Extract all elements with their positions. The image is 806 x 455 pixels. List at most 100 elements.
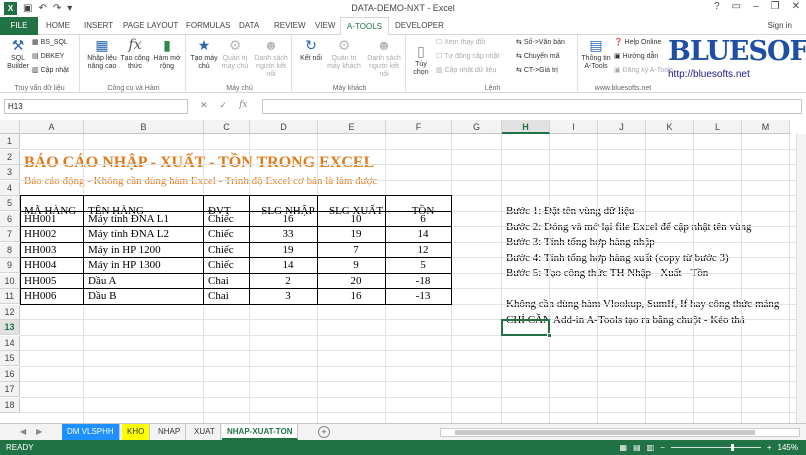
column-header-e[interactable]: E	[318, 120, 386, 134]
data-cell[interactable]: Chiếc	[208, 212, 234, 227]
zoom-knob[interactable]	[730, 444, 734, 451]
zoom-level[interactable]: 145%	[778, 440, 798, 455]
data-cell[interactable]: Dầu A	[88, 274, 116, 289]
next-sheet-icon[interactable]: ▶	[36, 427, 42, 436]
data-cell[interactable]: -13	[390, 289, 456, 304]
data-cell[interactable]: 5	[390, 258, 456, 273]
page-layout-icon[interactable]: ▤	[633, 440, 641, 455]
cap-nhat-du-lieu-button[interactable]: ▥ Cập nhật dữ liệu	[436, 66, 496, 74]
tab-page-layout[interactable]: PAGE LAYOUT	[117, 17, 184, 35]
data-cell[interactable]: 14	[254, 258, 322, 273]
horizontal-scrollbar[interactable]	[440, 428, 800, 437]
data-cell[interactable]: 16	[322, 289, 390, 304]
column-header-f[interactable]: F	[386, 120, 452, 134]
row-header-7[interactable]: 7	[0, 227, 20, 242]
data-cell[interactable]: 10	[322, 212, 390, 227]
column-header-c[interactable]: C	[204, 120, 250, 134]
row-header-3[interactable]: 3	[0, 165, 20, 180]
ribbon-display-icon[interactable]: ▭	[732, 1, 741, 12]
tuy-chon-button[interactable]: ▯ Tùy chọn	[410, 43, 432, 77]
column-header-b[interactable]: B	[84, 120, 204, 134]
sheet-tab-dm-vlsphh[interactable]: DM VLSPHH	[62, 424, 120, 440]
nhap-lieu-button[interactable]: ▦ Nhập liệu nâng cao	[86, 37, 118, 71]
data-cell[interactable]: HH001	[24, 212, 56, 227]
column-header-j[interactable]: J	[598, 120, 646, 134]
restore-icon[interactable]: ❐	[771, 1, 780, 12]
data-cell[interactable]: 16	[254, 212, 322, 227]
row-header-11[interactable]: 11	[0, 289, 20, 304]
danh-sach-kh-button[interactable]: ☻ Danh sách người kết nối	[364, 37, 404, 79]
select-all-corner[interactable]	[0, 120, 20, 134]
data-cell[interactable]: Chai	[208, 289, 229, 304]
huong-dan-button[interactable]: ▣ Hướng dẫn	[614, 52, 658, 60]
column-header-a[interactable]: A	[20, 120, 84, 134]
fill-handle[interactable]	[547, 332, 552, 338]
row-header-13[interactable]: 13	[0, 320, 20, 335]
row-header-15[interactable]: 15	[0, 351, 20, 366]
close-icon[interactable]: ✕	[792, 1, 800, 12]
sheet-tab-nhap-xuat-ton[interactable]: NHAP-XUAT-TON	[222, 424, 299, 440]
data-cell[interactable]: 2	[254, 274, 322, 289]
tab-data[interactable]: DATA	[233, 17, 265, 35]
data-cell[interactable]: 12	[390, 243, 456, 258]
data-cell[interactable]: Máy in HP 1300	[88, 258, 161, 273]
insert-function-icon[interactable]: fx	[239, 100, 247, 111]
row-header-8[interactable]: 8	[0, 242, 20, 258]
tab-home[interactable]: HOME	[40, 17, 76, 35]
row-header-12[interactable]: 12	[0, 304, 20, 320]
add-sheet-icon[interactable]: +	[318, 426, 330, 438]
data-cell[interactable]: Máy tính ĐNA L2	[88, 227, 169, 242]
tab-developer[interactable]: DEVELOPER	[389, 17, 450, 35]
zoom-out-icon[interactable]: −	[660, 440, 665, 455]
data-cell[interactable]: HH004	[24, 258, 56, 273]
data-cell[interactable]: Chai	[208, 274, 229, 289]
ham-mo-rong-button[interactable]: ▮ Hàm mở rộng	[152, 37, 182, 71]
data-cell[interactable]: Máy in HP 1200	[88, 243, 161, 258]
tab-a-tools[interactable]: A-TOOLS	[340, 17, 389, 36]
so-van-ban-button[interactable]: ⇆ Số->Văn bản	[516, 38, 565, 46]
data-cell[interactable]: 9	[322, 258, 390, 273]
zoom-slider[interactable]	[670, 444, 761, 451]
column-header-d[interactable]: D	[250, 120, 318, 134]
sheet-tab-xuat[interactable]: XUAT	[189, 424, 221, 440]
page-break-icon[interactable]: ▥	[647, 440, 655, 455]
row-header-1[interactable]: 1	[0, 134, 20, 149]
help-icon[interactable]: ?	[714, 1, 720, 12]
data-cell[interactable]: Dầu B	[88, 289, 116, 304]
active-cell[interactable]	[501, 319, 550, 336]
row-header-16[interactable]: 16	[0, 366, 20, 382]
cancel-icon[interactable]: ✕	[200, 100, 208, 111]
row-header-17[interactable]: 17	[0, 382, 20, 397]
tab-insert[interactable]: INSERT	[78, 17, 119, 35]
sql-builder-button[interactable]: ⚒ SQL Builder	[4, 37, 32, 71]
data-cell[interactable]: HH003	[24, 243, 56, 258]
sheet-tab-nhap[interactable]: NHAP	[153, 424, 187, 440]
minimize-icon[interactable]: –	[753, 1, 759, 12]
tab-view[interactable]: VIEW	[309, 17, 341, 35]
row-header-6[interactable]: 6	[0, 211, 20, 227]
sign-in-link[interactable]: Sign in	[768, 21, 792, 30]
help-online-button[interactable]: ❓ Help Online	[614, 38, 661, 46]
normal-view-icon[interactable]: ▦	[620, 440, 628, 455]
quan-tri-may-khach-button[interactable]: ⚙ Quản trị máy khách	[326, 37, 362, 71]
column-header-i[interactable]: I	[550, 120, 598, 134]
data-cell[interactable]: HH006	[24, 289, 56, 304]
ct-gia-tri-button[interactable]: ⇆ CT->Giá trị	[516, 66, 558, 74]
data-cell[interactable]: 3	[254, 289, 322, 304]
chuyen-ma-button[interactable]: ⇆ Chuyển mã	[516, 52, 560, 60]
scroll-thumb[interactable]	[455, 430, 755, 435]
zoom-in-icon[interactable]: +	[767, 440, 772, 455]
column-header-l[interactable]: L	[694, 120, 742, 134]
data-cell[interactable]: Chiếc	[208, 258, 234, 273]
bs-sql-button[interactable]: ▦ BS_SQL	[32, 38, 68, 46]
column-header-m[interactable]: M	[742, 120, 790, 134]
data-cell[interactable]: 33	[254, 227, 322, 242]
tab-formulas[interactable]: FORMULAS	[180, 17, 236, 35]
data-cell[interactable]: HH005	[24, 274, 56, 289]
data-cell[interactable]: 14	[390, 227, 456, 242]
data-cell[interactable]: Chiếc	[208, 243, 234, 258]
vertical-scrollbar[interactable]	[796, 134, 806, 423]
enter-icon[interactable]: ✓	[220, 100, 228, 111]
formula-input[interactable]	[262, 99, 802, 114]
tab-review[interactable]: REVIEW	[268, 17, 312, 35]
